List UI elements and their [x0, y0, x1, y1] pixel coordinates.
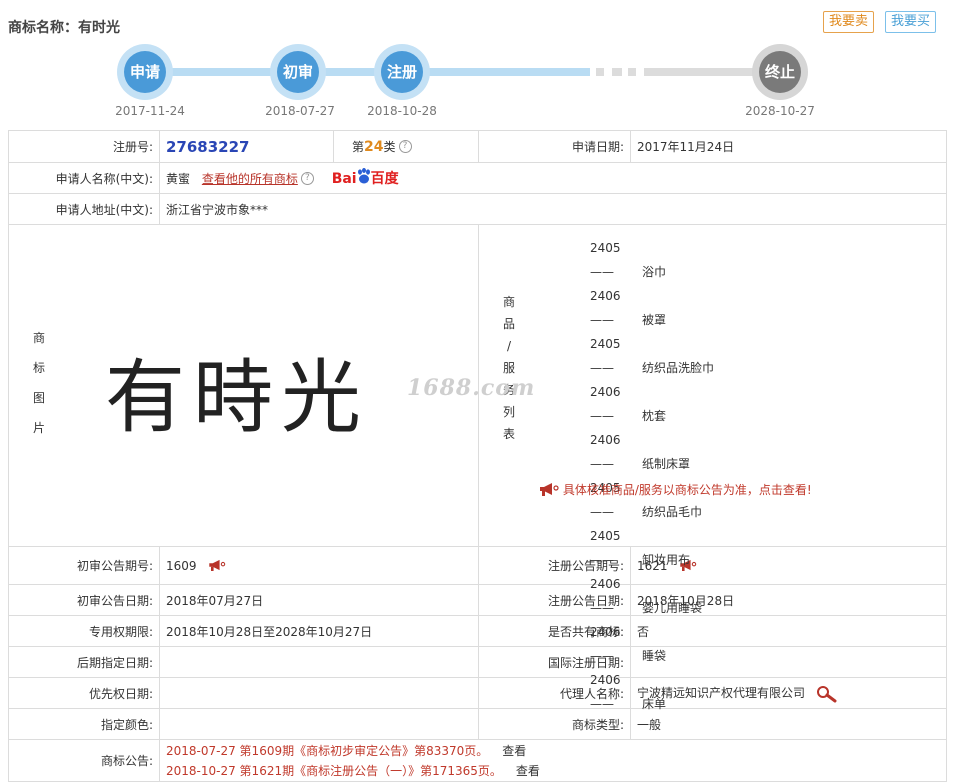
timeline-date-register: 2018-10-28 — [367, 104, 437, 118]
goods-item: 2406—— 枕套 — [590, 385, 667, 423]
later-label: 后期指定日期: — [8, 646, 160, 678]
buy-button[interactable]: 我要买 — [885, 11, 937, 33]
row-priority: 优先权日期: 代理人名称: 宁波精远知识产权代理有限公司 — [8, 677, 947, 709]
reg-no-cell: 27683227 — [159, 130, 334, 163]
row-gazette: 商标公告: 2018-07-27 第1609期《商标初步审定公告》第83370页… — [8, 739, 947, 782]
gazette-cell: 2018-07-27 第1609期《商标初步审定公告》第83370页。 查看 20… — [159, 739, 947, 782]
class-number: 24 — [364, 139, 384, 155]
goods-item: 2406—— 睡袋 — [590, 625, 667, 663]
gazette-view-link[interactable]: 查看 — [516, 764, 540, 778]
priority-label: 优先权日期: — [8, 677, 160, 709]
timeline-step-end: 终止 — [752, 44, 808, 100]
prelim-no-value: 1609 — [166, 558, 197, 573]
color-label: 指定颜色: — [8, 708, 160, 740]
row-reg-no: 注册号: 27683227 第24类? 申请日期: 2017年11月24日 — [8, 130, 947, 163]
row-exclusive: 专用权期限: 2018年10月28日至2028年10月27日 是否共有商标: 否 — [8, 615, 947, 647]
help-icon[interactable]: ? — [398, 140, 412, 153]
gazette-item: 2018-10-27 第1621期《商标注册公告（一）》第171365页。 查看 — [166, 763, 540, 778]
address-label: 申请人地址(中文): — [8, 193, 160, 225]
goods-services-cell: 商 品 / 服 务 列 表 1688.com 2405—— 浴巾 2406—— 被罩… — [407, 224, 947, 711]
trademark-name-heading: 商标名称：有时光 — [8, 17, 120, 37]
trademark-name-value: 有时光 — [78, 20, 120, 36]
sell-button[interactable]: 我要卖 — [823, 11, 875, 33]
paw-icon — [357, 168, 370, 184]
timeline-step-register: 注册 — [374, 44, 430, 100]
row-color: 指定颜色: 商标类型: 一般 — [8, 708, 947, 740]
priority-value — [159, 677, 479, 709]
goods-notice-text: 具体核准商品/服务以商标公告为准，点击查看! — [562, 483, 812, 497]
class-cell: 第24类? — [333, 130, 479, 163]
row-later: 后期指定日期: 国际注册日期: — [8, 646, 947, 678]
row-prelim-no: 初审公告期号: 1609 注册公告期号: 1621 — [8, 546, 947, 585]
applicant-value: 黄蜜 — [166, 172, 191, 186]
applicant-label: 申请人名称(中文): — [8, 162, 160, 194]
image-vertical-label: 商 标 图 片 — [32, 331, 45, 435]
goods-item: 2405—— 卸妆用布 — [590, 529, 691, 567]
apply-date-value: 2017年11月24日 — [630, 130, 947, 163]
timeline-gap — [628, 68, 636, 76]
later-value — [159, 646, 479, 678]
view-all-trademarks-link[interactable]: 查看他的所有商标 — [202, 172, 298, 186]
class-suffix: 类 — [383, 140, 396, 154]
reg-no-value: 27683227 — [166, 137, 250, 156]
megaphone-icon[interactable] — [208, 559, 226, 571]
timeline-step-apply: 申请 — [117, 44, 173, 100]
timeline-gap — [612, 68, 622, 76]
gazette-view-link[interactable]: 查看 — [502, 744, 526, 758]
prelim-date-value: 2018年07月27日 — [159, 584, 479, 616]
timeline-date-end: 2028-10-27 — [745, 104, 815, 118]
prelim-no-cell: 1609 — [159, 546, 479, 585]
goods-vertical-label: 商 品 / 服 务 列 表 — [502, 295, 515, 441]
applicant-cell: 黄蜜 查看他的所有商标? Bai 百度 — [159, 162, 947, 194]
goods-item: 2406—— 床单 — [590, 673, 667, 711]
class-prefix: 第 — [352, 140, 365, 154]
baidu-logo-text-a: Bai — [331, 171, 357, 187]
search-icon[interactable] — [815, 685, 837, 703]
gazette-label: 商标公告: — [8, 739, 160, 782]
trademark-info-table: 注册号: 27683227 第24类? 申请日期: 2017年11月24日 申请… — [8, 130, 947, 782]
prelim-date-label: 初审公告日期: — [8, 584, 160, 616]
row-prelim-date: 初审公告日期: 2018年07月27日 注册公告日期: 2018年10月28日 — [8, 584, 947, 616]
megaphone-icon — [540, 483, 559, 496]
goods-notice-link[interactable]: 具体核准商品/服务以商标公告为准，点击查看! — [539, 481, 812, 498]
row-image-goods: 商 标 图 片 有時光 商 品 / 服 务 列 表 1688.com 2405—… — [8, 224, 947, 711]
address-value: 浙江省宁波市象*** — [159, 193, 947, 225]
timeline-gap — [596, 68, 604, 76]
apply-date-label: 申请日期: — [478, 130, 631, 163]
exclusive-label: 专用权期限: — [8, 615, 160, 647]
timeline-date-apply: 2017-11-24 — [115, 104, 185, 118]
baidu-logo-text-b: 百度 — [370, 171, 399, 187]
timeline-progress-bar — [145, 68, 590, 76]
baidu-search-link[interactable]: Bai 百度 — [331, 168, 399, 187]
trademark-name-label: 商标名称： — [8, 20, 78, 36]
gazette-item: 2018-07-27 第1609期《商标初步审定公告》第83370页。 查看 — [166, 743, 527, 758]
help-icon[interactable]: ? — [300, 172, 314, 185]
goods-item: 2406—— 婴儿用睡袋 — [590, 577, 703, 615]
goods-item: 2405—— 纺织品洗脸巾 — [590, 337, 715, 375]
watermark: 1688.com — [407, 375, 536, 401]
row-applicant: 申请人名称(中文): 黄蜜 查看他的所有商标? Bai 百度 — [8, 162, 947, 194]
color-value — [159, 708, 479, 740]
timeline-date-prelim: 2018-07-27 — [265, 104, 335, 118]
row-address: 申请人地址(中文): 浙江省宁波市象*** — [8, 193, 947, 225]
goods-item: 2405—— 浴巾 — [590, 241, 667, 279]
goods-item: 2406—— 被罩 — [590, 289, 667, 327]
exclusive-value: 2018年10月28日至2028年10月27日 — [159, 615, 479, 647]
prelim-no-label: 初审公告期号: — [8, 546, 160, 585]
goods-item: 2406—— 纸制床罩 — [590, 433, 691, 471]
timeline-step-prelim: 初审 — [270, 44, 326, 100]
trademark-image: 有時光 — [105, 351, 369, 444]
reg-no-label: 注册号: — [8, 130, 160, 163]
goods-list: 2405—— 浴巾 2406—— 被罩 2405—— 纺织品洗脸巾 2406—— 枕套 … — [590, 236, 714, 716]
